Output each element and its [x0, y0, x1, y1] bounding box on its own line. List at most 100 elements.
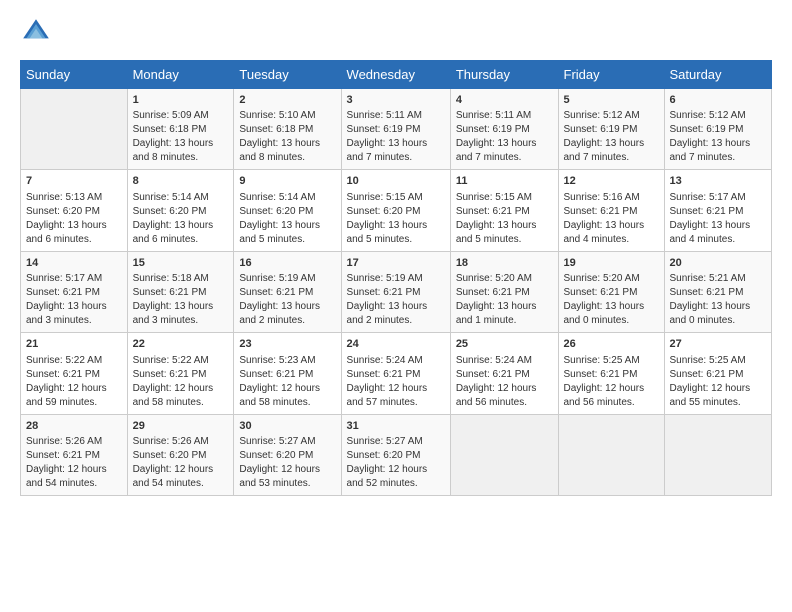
- sunrise-text: Sunrise: 5:20 AM: [456, 273, 532, 284]
- daylight-text: Daylight: 12 hours and 57 minutes.: [347, 383, 428, 408]
- header-day-sunday: Sunday: [21, 61, 128, 89]
- header-day-monday: Monday: [127, 61, 234, 89]
- daylight-text: Daylight: 13 hours and 8 minutes.: [239, 138, 320, 163]
- header-day-thursday: Thursday: [450, 61, 558, 89]
- week-row-3: 14Sunrise: 5:17 AMSunset: 6:21 PMDayligh…: [21, 251, 772, 332]
- daylight-text: Daylight: 13 hours and 7 minutes.: [670, 138, 751, 163]
- day-number: 22: [133, 337, 229, 352]
- calendar-cell: 27Sunrise: 5:25 AMSunset: 6:21 PMDayligh…: [664, 333, 772, 414]
- page: SundayMondayTuesdayWednesdayThursdayFrid…: [0, 0, 792, 612]
- day-number: 1: [133, 93, 229, 108]
- day-number: 23: [239, 337, 335, 352]
- daylight-text: Daylight: 13 hours and 4 minutes.: [564, 220, 645, 245]
- calendar-cell: 8Sunrise: 5:14 AMSunset: 6:20 PMDaylight…: [127, 170, 234, 251]
- calendar-cell: [664, 414, 772, 495]
- sunrise-text: Sunrise: 5:25 AM: [564, 355, 640, 366]
- sunrise-text: Sunrise: 5:27 AM: [239, 436, 315, 447]
- calendar-cell: 25Sunrise: 5:24 AMSunset: 6:21 PMDayligh…: [450, 333, 558, 414]
- sunset-text: Sunset: 6:21 PM: [347, 287, 421, 298]
- sunrise-text: Sunrise: 5:22 AM: [26, 355, 102, 366]
- sunset-text: Sunset: 6:21 PM: [456, 287, 530, 298]
- sunset-text: Sunset: 6:20 PM: [347, 206, 421, 217]
- daylight-text: Daylight: 12 hours and 58 minutes.: [239, 383, 320, 408]
- sunset-text: Sunset: 6:20 PM: [347, 450, 421, 461]
- calendar-cell: 31Sunrise: 5:27 AMSunset: 6:20 PMDayligh…: [341, 414, 450, 495]
- calendar-cell: 15Sunrise: 5:18 AMSunset: 6:21 PMDayligh…: [127, 251, 234, 332]
- sunrise-text: Sunrise: 5:14 AM: [239, 192, 315, 203]
- calendar-cell: 17Sunrise: 5:19 AMSunset: 6:21 PMDayligh…: [341, 251, 450, 332]
- header-row: SundayMondayTuesdayWednesdayThursdayFrid…: [21, 61, 772, 89]
- sunset-text: Sunset: 6:21 PM: [670, 369, 744, 380]
- sunrise-text: Sunrise: 5:19 AM: [347, 273, 423, 284]
- calendar-cell: [450, 414, 558, 495]
- day-number: 4: [456, 93, 553, 108]
- daylight-text: Daylight: 12 hours and 52 minutes.: [347, 464, 428, 489]
- sunset-text: Sunset: 6:21 PM: [670, 287, 744, 298]
- sunset-text: Sunset: 6:20 PM: [239, 450, 313, 461]
- day-number: 7: [26, 174, 122, 189]
- calendar-cell: 24Sunrise: 5:24 AMSunset: 6:21 PMDayligh…: [341, 333, 450, 414]
- day-number: 29: [133, 419, 229, 434]
- day-number: 5: [564, 93, 659, 108]
- week-row-5: 28Sunrise: 5:26 AMSunset: 6:21 PMDayligh…: [21, 414, 772, 495]
- calendar-cell: 6Sunrise: 5:12 AMSunset: 6:19 PMDaylight…: [664, 89, 772, 170]
- sunset-text: Sunset: 6:21 PM: [26, 450, 100, 461]
- calendar-cell: [558, 414, 664, 495]
- daylight-text: Daylight: 13 hours and 4 minutes.: [670, 220, 751, 245]
- day-number: 19: [564, 256, 659, 271]
- calendar-cell: 10Sunrise: 5:15 AMSunset: 6:20 PMDayligh…: [341, 170, 450, 251]
- sunrise-text: Sunrise: 5:16 AM: [564, 192, 640, 203]
- calendar-table: SundayMondayTuesdayWednesdayThursdayFrid…: [20, 60, 772, 496]
- sunset-text: Sunset: 6:20 PM: [133, 206, 207, 217]
- sunset-text: Sunset: 6:21 PM: [133, 287, 207, 298]
- logo: [20, 16, 56, 48]
- sunset-text: Sunset: 6:21 PM: [456, 369, 530, 380]
- daylight-text: Daylight: 13 hours and 6 minutes.: [26, 220, 107, 245]
- daylight-text: Daylight: 13 hours and 2 minutes.: [239, 301, 320, 326]
- day-number: 12: [564, 174, 659, 189]
- sunset-text: Sunset: 6:20 PM: [133, 450, 207, 461]
- day-number: 30: [239, 419, 335, 434]
- day-number: 14: [26, 256, 122, 271]
- sunset-text: Sunset: 6:21 PM: [564, 369, 638, 380]
- calendar-cell: 23Sunrise: 5:23 AMSunset: 6:21 PMDayligh…: [234, 333, 341, 414]
- sunrise-text: Sunrise: 5:11 AM: [456, 110, 531, 121]
- daylight-text: Daylight: 13 hours and 0 minutes.: [564, 301, 645, 326]
- daylight-text: Daylight: 13 hours and 5 minutes.: [456, 220, 537, 245]
- calendar-cell: 29Sunrise: 5:26 AMSunset: 6:20 PMDayligh…: [127, 414, 234, 495]
- calendar-cell: 18Sunrise: 5:20 AMSunset: 6:21 PMDayligh…: [450, 251, 558, 332]
- calendar-cell: 4Sunrise: 5:11 AMSunset: 6:19 PMDaylight…: [450, 89, 558, 170]
- sunrise-text: Sunrise: 5:21 AM: [670, 273, 746, 284]
- daylight-text: Daylight: 13 hours and 8 minutes.: [133, 138, 214, 163]
- sunset-text: Sunset: 6:19 PM: [670, 124, 744, 135]
- day-number: 8: [133, 174, 229, 189]
- daylight-text: Daylight: 12 hours and 54 minutes.: [26, 464, 107, 489]
- day-number: 17: [347, 256, 445, 271]
- sunrise-text: Sunrise: 5:23 AM: [239, 355, 315, 366]
- daylight-text: Daylight: 12 hours and 53 minutes.: [239, 464, 320, 489]
- daylight-text: Daylight: 12 hours and 58 minutes.: [133, 383, 214, 408]
- sunset-text: Sunset: 6:21 PM: [670, 206, 744, 217]
- day-number: 31: [347, 419, 445, 434]
- logo-icon: [20, 16, 52, 48]
- sunset-text: Sunset: 6:19 PM: [456, 124, 530, 135]
- week-row-1: 1Sunrise: 5:09 AMSunset: 6:18 PMDaylight…: [21, 89, 772, 170]
- sunrise-text: Sunrise: 5:24 AM: [347, 355, 423, 366]
- calendar-cell: 3Sunrise: 5:11 AMSunset: 6:19 PMDaylight…: [341, 89, 450, 170]
- daylight-text: Daylight: 12 hours and 56 minutes.: [456, 383, 537, 408]
- daylight-text: Daylight: 12 hours and 56 minutes.: [564, 383, 645, 408]
- sunset-text: Sunset: 6:18 PM: [133, 124, 207, 135]
- calendar-cell: 9Sunrise: 5:14 AMSunset: 6:20 PMDaylight…: [234, 170, 341, 251]
- sunrise-text: Sunrise: 5:12 AM: [670, 110, 746, 121]
- calendar-cell: 14Sunrise: 5:17 AMSunset: 6:21 PMDayligh…: [21, 251, 128, 332]
- daylight-text: Daylight: 13 hours and 3 minutes.: [26, 301, 107, 326]
- day-number: 15: [133, 256, 229, 271]
- sunset-text: Sunset: 6:21 PM: [564, 206, 638, 217]
- header-day-saturday: Saturday: [664, 61, 772, 89]
- calendar-cell: 11Sunrise: 5:15 AMSunset: 6:21 PMDayligh…: [450, 170, 558, 251]
- day-number: 2: [239, 93, 335, 108]
- calendar-cell: [21, 89, 128, 170]
- header: [20, 16, 772, 48]
- daylight-text: Daylight: 13 hours and 7 minutes.: [564, 138, 645, 163]
- header-day-wednesday: Wednesday: [341, 61, 450, 89]
